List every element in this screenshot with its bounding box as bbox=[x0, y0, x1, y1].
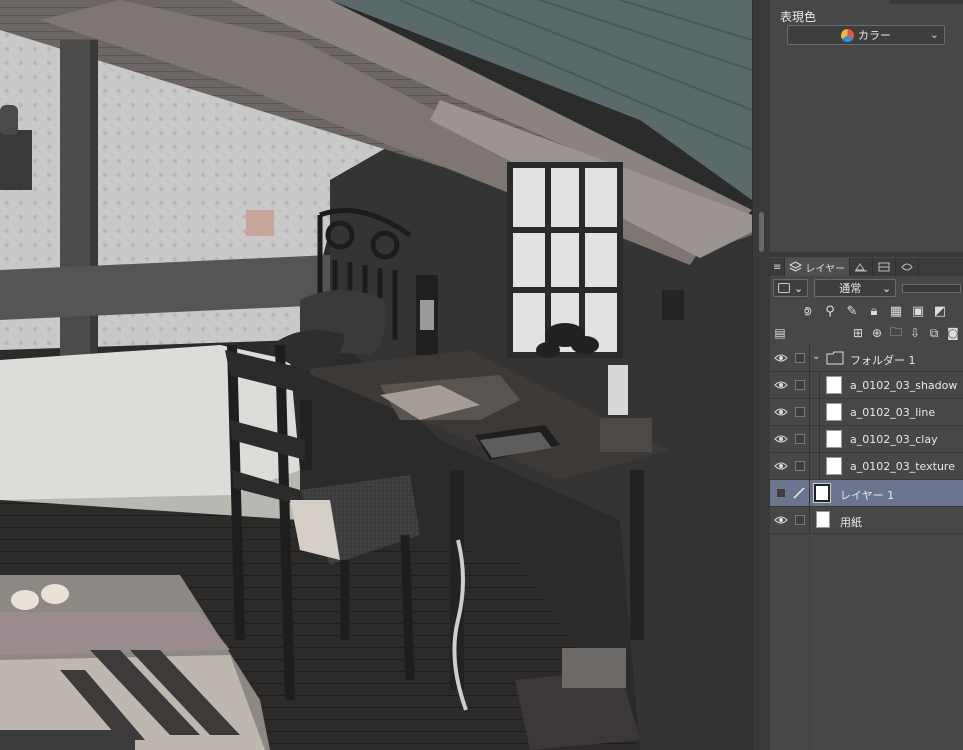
app-window: 表現色 カラー ⌄ ≡ レイヤー ⌄ 通常 ⌄ ⟄ ⚲ ✎ 🔒︎ ▦ ▣ ◩ ▤… bbox=[0, 0, 963, 750]
column-divider bbox=[809, 426, 810, 453]
reference-layer-icon[interactable]: ⚲ bbox=[822, 303, 838, 319]
menu-icon: ≡ bbox=[773, 261, 782, 273]
tab-layer-label: レイヤー bbox=[805, 263, 846, 275]
folder-indent-line bbox=[819, 399, 820, 426]
layer-check[interactable] bbox=[795, 461, 805, 471]
layer-list-icon[interactable]: ▤ bbox=[772, 325, 788, 341]
column-divider bbox=[809, 399, 810, 426]
paper-icon bbox=[816, 511, 830, 528]
folder-indent-line bbox=[819, 426, 820, 453]
right-panel: 表現色 カラー ⌄ ≡ レイヤー ⌄ 通常 ⌄ ⟄ ⚲ ✎ 🔒︎ ▦ ▣ ◩ ▤… bbox=[770, 0, 963, 750]
panel-divider[interactable] bbox=[770, 252, 963, 257]
expression-color-select[interactable]: カラー ⌄ bbox=[787, 25, 945, 45]
create-mask-icon[interactable]: ◙ bbox=[945, 325, 961, 341]
folder-indent-line bbox=[819, 453, 820, 480]
layer-blend-row: ⌄ 通常 ⌄ bbox=[770, 277, 963, 299]
layer-action-toolbar: ▤ ⊞ ⊕ 🗀︎ ⇩ ⧉ ◙ bbox=[770, 322, 963, 344]
combine-lower-icon[interactable]: ⧉ bbox=[926, 325, 942, 341]
color-mode-select[interactable]: ⌄ bbox=[773, 279, 809, 297]
eye-icon[interactable] bbox=[774, 460, 788, 472]
column-divider bbox=[809, 453, 810, 480]
eye-icon[interactable] bbox=[774, 433, 788, 445]
tab-layer[interactable]: レイヤー bbox=[785, 258, 851, 276]
color-wheel-icon bbox=[841, 28, 854, 42]
layers-icon bbox=[789, 261, 803, 272]
lock-transparency-icon[interactable]: ▦ bbox=[888, 303, 904, 319]
chevron-down-icon: ⌄ bbox=[794, 281, 804, 295]
column-divider bbox=[809, 480, 810, 507]
layer-thumbnail bbox=[814, 484, 830, 502]
layer-name: レイヤー 1 bbox=[840, 489, 895, 502]
tab-navigator[interactable] bbox=[896, 258, 920, 276]
opacity-slider[interactable] bbox=[902, 283, 961, 293]
layer-search-icon bbox=[878, 262, 890, 272]
folder-icon bbox=[826, 351, 844, 365]
panel-top-strip bbox=[890, 0, 963, 4]
layer-row[interactable]: a_0102_03_line bbox=[770, 399, 963, 426]
layer-list: ⌄ フォルダー 1 a_0102_03_shadow a_0102_03_lin… bbox=[770, 345, 963, 534]
layer-property-icon bbox=[855, 263, 868, 272]
layer-row[interactable]: a_0102_03_clay bbox=[770, 426, 963, 453]
blend-mode-select[interactable]: 通常 ⌄ bbox=[814, 279, 897, 297]
layer-list-empty-area[interactable] bbox=[770, 535, 963, 750]
draft-layer-icon[interactable]: ✎ bbox=[844, 303, 860, 319]
layer-check[interactable] bbox=[795, 353, 805, 363]
visibility-toggle[interactable] bbox=[776, 488, 786, 498]
layer-check[interactable] bbox=[795, 380, 805, 390]
new-folder-icon[interactable]: 🗀︎ bbox=[888, 325, 904, 341]
transfer-to-lower-icon[interactable]: ⇩ bbox=[907, 325, 923, 341]
new-vector-layer-icon[interactable]: ⊕ bbox=[869, 325, 885, 341]
layer-name: a_0102_03_clay bbox=[850, 433, 938, 446]
layer-row[interactable]: a_0102_03_texture bbox=[770, 453, 963, 480]
layer-row-selected[interactable]: レイヤー 1 bbox=[770, 480, 963, 507]
layer-name: a_0102_03_texture bbox=[850, 460, 955, 473]
layer-check[interactable] bbox=[795, 515, 805, 525]
blend-mode-value: 通常 bbox=[839, 282, 862, 295]
eye-icon[interactable] bbox=[774, 514, 788, 526]
layer-row[interactable]: ⌄ フォルダー 1 bbox=[770, 345, 963, 372]
clip-lower-icon[interactable]: ⟄ bbox=[800, 303, 816, 319]
color-mode-icon bbox=[778, 283, 790, 293]
mask-enable-icon[interactable]: ▣ bbox=[910, 303, 926, 319]
layer-check[interactable] bbox=[795, 407, 805, 417]
expression-color-value: カラー bbox=[858, 29, 891, 42]
eye-icon[interactable] bbox=[774, 406, 788, 418]
layer-row[interactable]: a_0102_03_shadow bbox=[770, 372, 963, 399]
layer-thumbnail bbox=[826, 403, 842, 421]
layer-thumbnail bbox=[826, 376, 842, 394]
expression-color-label: 表現色 bbox=[780, 10, 817, 24]
eye-icon[interactable] bbox=[774, 379, 788, 391]
canvas-vertical-scrollbar[interactable] bbox=[752, 0, 770, 750]
pen-icon bbox=[793, 487, 805, 499]
layer-name: a_0102_03_shadow bbox=[850, 379, 958, 392]
tab-layer-search[interactable] bbox=[873, 258, 897, 276]
layer-thumbnail bbox=[826, 430, 842, 448]
eye-icon[interactable] bbox=[774, 352, 788, 364]
chevron-down-icon: ⌄ bbox=[882, 281, 892, 295]
canvas-artwork bbox=[0, 0, 752, 750]
tab-layer-property[interactable] bbox=[850, 258, 874, 276]
panel-menu-button[interactable]: ≡ bbox=[770, 258, 786, 276]
ruler-enable-icon[interactable]: ◩ bbox=[932, 303, 948, 319]
layer-thumbnail bbox=[826, 457, 842, 475]
layer-row[interactable]: 用紙 bbox=[770, 507, 963, 534]
layer-lock-toolbar: ⟄ ⚲ ✎ 🔒︎ ▦ ▣ ◩ bbox=[770, 300, 963, 322]
chevron-down-icon: ⌄ bbox=[929, 28, 939, 41]
column-divider bbox=[809, 507, 810, 534]
column-divider bbox=[809, 535, 810, 750]
new-raster-layer-icon[interactable]: ⊞ bbox=[850, 325, 866, 341]
canvas-viewport[interactable] bbox=[0, 0, 752, 750]
chevron-down-icon[interactable]: ⌄ bbox=[812, 351, 820, 362]
lock-icon[interactable]: 🔒︎ bbox=[866, 303, 882, 319]
layer-name: 用紙 bbox=[840, 516, 862, 529]
folder-indent-line bbox=[819, 372, 820, 399]
layer-panel-tabbar: ≡ レイヤー bbox=[770, 258, 963, 276]
scrollbar-thumb[interactable] bbox=[759, 212, 764, 252]
column-divider bbox=[809, 345, 810, 372]
column-divider bbox=[809, 372, 810, 399]
layer-name: a_0102_03_line bbox=[850, 406, 936, 419]
navigator-icon bbox=[901, 263, 913, 271]
layer-name: フォルダー 1 bbox=[850, 354, 916, 367]
layer-check[interactable] bbox=[795, 434, 805, 444]
